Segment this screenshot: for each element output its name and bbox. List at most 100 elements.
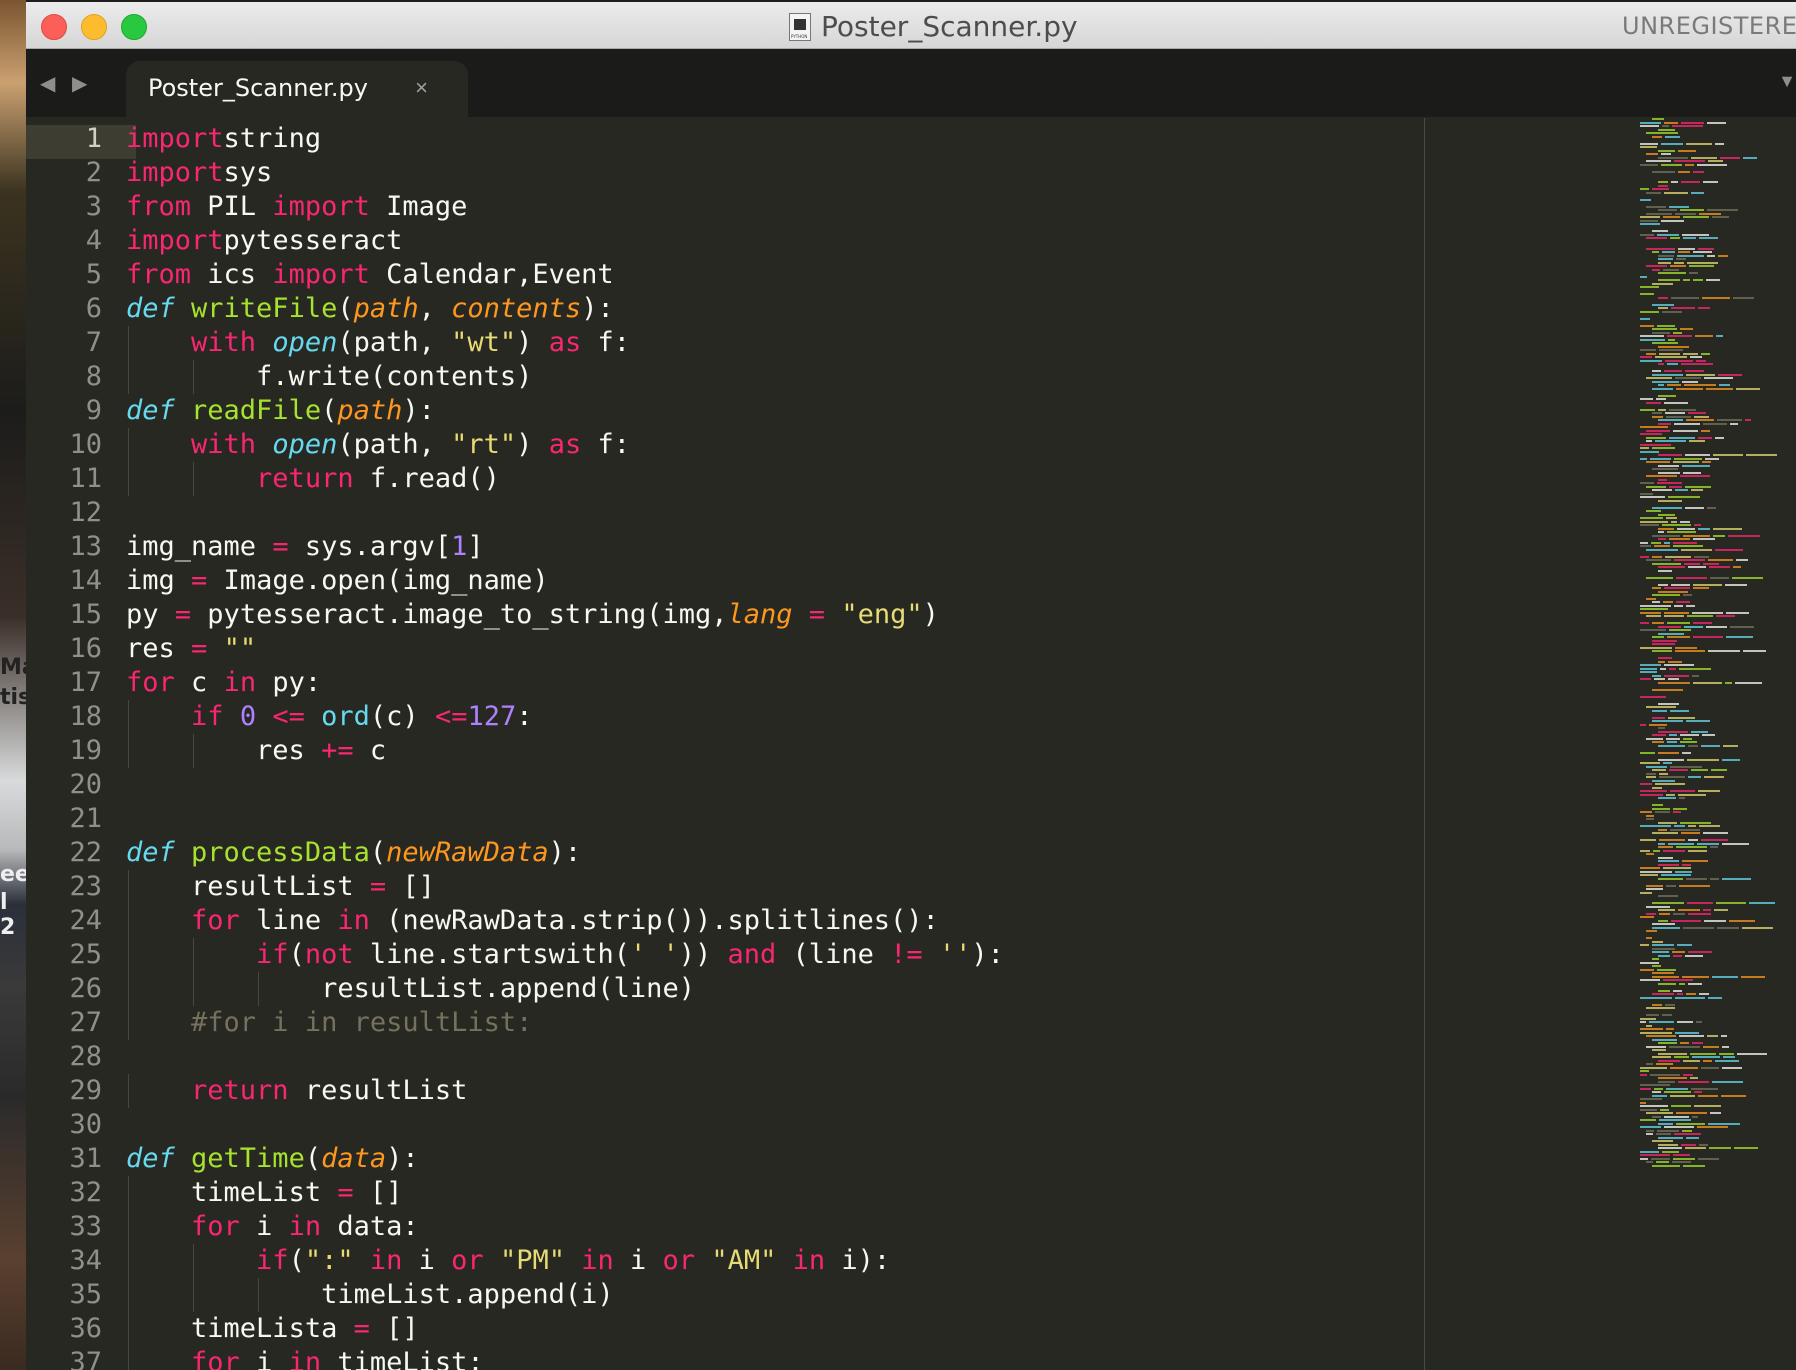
code-line[interactable]: 5 from ics import Calendar,Event — [26, 258, 1426, 292]
code-token: lang — [727, 599, 793, 630]
indent-guide — [128, 360, 129, 394]
editor-window: Poster_Scanner.py UNREGISTERED ◀ ▶ Poste… — [26, 2, 1796, 1370]
minimap-stroke — [1662, 867, 1692, 869]
minimap-stroke — [1668, 538, 1690, 540]
minimap-stroke — [1658, 982, 1677, 985]
minimap-stroke — [1699, 993, 1709, 995]
line-number: 9 — [85, 395, 102, 426]
minimap-stroke — [1694, 335, 1713, 337]
minimap-stroke — [1682, 216, 1709, 218]
code-line[interactable]: 35 timeList.append(i) — [26, 1278, 1426, 1312]
code-token: string — [223, 123, 322, 154]
code-line[interactable]: 13 img_name = sys.argv[1] — [26, 530, 1426, 564]
code-token: (newRawData.strip()).splitlines(): — [369, 905, 939, 936]
tab-list-dropdown-icon[interactable]: ▼ — [1778, 71, 1796, 92]
minimap-stroke — [1697, 163, 1727, 166]
code-line[interactable]: 15 py = pytesseract.image_to_string(img,l… — [26, 598, 1426, 632]
forward-arrow-icon[interactable]: ▶ — [72, 71, 87, 96]
minimap-stroke — [1652, 135, 1662, 138]
title-bar[interactable]: Poster_Scanner.py UNREGISTERED — [26, 2, 1796, 49]
code-line[interactable]: 36 timeLista = [] — [26, 1312, 1426, 1346]
minimap-stroke — [1640, 1066, 1667, 1069]
code-line[interactable]: 22 def processData(newRawData): — [26, 836, 1426, 870]
minimap-stroke — [1674, 996, 1706, 999]
minimap-stroke — [1658, 839, 1686, 841]
minimap-stroke — [1661, 524, 1691, 526]
code-token: import — [272, 259, 370, 290]
minimap-stroke — [1683, 352, 1699, 355]
code-line[interactable]: 4 importpytesseract — [26, 224, 1426, 258]
minimap-stroke — [1646, 597, 1657, 600]
code-line[interactable]: 27 #for i in resultList: — [26, 1006, 1426, 1040]
code-line[interactable]: 11 return f.read() — [26, 462, 1426, 496]
minimap-stroke — [1698, 237, 1718, 239]
minimap-stroke — [1640, 916, 1654, 918]
code-token: data — [321, 1143, 387, 1174]
minimap-stroke — [1658, 895, 1678, 897]
line-number: 11 — [69, 463, 102, 494]
minimap-stroke — [1673, 1157, 1695, 1160]
code-line[interactable]: 25 if(not line.startswith(' ')) and (lin… — [26, 938, 1426, 972]
code-line[interactable]: 31 def getTime(data): — [26, 1142, 1426, 1176]
code-line[interactable]: 21 — [26, 802, 1426, 836]
minimap-stroke — [1678, 797, 1686, 799]
code-line[interactable]: 14 img = Image.open(img_name) — [26, 564, 1426, 598]
code-line[interactable]: 16 res = "" — [26, 632, 1426, 666]
code-line[interactable]: 17 for c in py: — [26, 666, 1426, 700]
code-token: import — [126, 225, 224, 256]
minimap-stroke — [1698, 307, 1711, 309]
tab-poster-scanner[interactable]: Poster_Scanner.py × — [126, 61, 468, 117]
code-line[interactable]: 30 — [26, 1108, 1426, 1142]
code-token: in — [288, 1211, 322, 1242]
minimap[interactable] — [1640, 118, 1796, 1168]
code-line[interactable]: 26 resultList.append(line) — [26, 972, 1426, 1006]
code-line[interactable]: 37 for i in timeList: — [26, 1346, 1426, 1370]
code-line[interactable]: 28 — [26, 1040, 1426, 1074]
minimap-stroke — [1685, 419, 1715, 421]
code-token: "rt" — [451, 429, 517, 460]
minimap-stroke — [1646, 510, 1661, 512]
minimap-stroke — [1669, 237, 1680, 239]
code-line[interactable]: 6 def writeFile(path, contents): — [26, 292, 1426, 326]
code-token: from — [126, 259, 192, 290]
minimap-stroke — [1646, 132, 1678, 134]
minimap-stroke — [1652, 1091, 1662, 1093]
code-editor[interactable]: 1 importstring 2 importsys 3 from PIL import … — [26, 122, 1426, 1370]
minimize-window-button[interactable] — [81, 14, 107, 40]
code-line[interactable]: 12 — [26, 496, 1426, 530]
minimap-stroke — [1646, 247, 1676, 250]
minimap-stroke — [1658, 258, 1674, 260]
minimap-stroke — [1666, 884, 1677, 887]
code-line[interactable]: 2 importsys — [26, 156, 1426, 190]
code-line[interactable]: 24 for line in (newRawData.strip()).spli… — [26, 904, 1426, 938]
code-line[interactable]: 20 — [26, 768, 1426, 802]
minimap-stroke — [1640, 188, 1649, 190]
line-number: 17 — [69, 667, 102, 698]
maximize-window-button[interactable] — [121, 14, 147, 40]
minimap-stroke — [1640, 611, 1662, 614]
minimap-stroke — [1640, 335, 1665, 337]
minimap-stroke — [1664, 1126, 1694, 1128]
code-line[interactable]: 7 with open(path, "wt") as f: — [26, 326, 1426, 360]
code-line[interactable]: 8 f.write(contents) — [26, 360, 1426, 394]
indent-guide — [128, 1346, 129, 1370]
code-line[interactable]: 32 timeList = [] — [26, 1176, 1426, 1210]
code-line[interactable]: 3 from PIL import Image — [26, 190, 1426, 224]
code-line[interactable]: 18 if 0 <= ord(c) <=127: — [26, 700, 1426, 734]
close-tab-icon[interactable]: × — [415, 75, 428, 101]
code-line[interactable]: 34 if(":" in i or "PM" in i or "AM" in i… — [26, 1244, 1426, 1278]
minimap-stroke — [1698, 436, 1712, 439]
code-line[interactable]: 23 resultList = [] — [26, 870, 1426, 904]
minimap-stroke — [1646, 1035, 1676, 1037]
code-line[interactable]: 29 return resultList — [26, 1074, 1426, 1108]
minimap-stroke — [1650, 541, 1661, 544]
code-line[interactable]: 10 with open(path, "rt") as f: — [26, 428, 1426, 462]
close-window-button[interactable] — [41, 14, 67, 40]
minimap-stroke — [1663, 849, 1685, 852]
back-arrow-icon[interactable]: ◀ — [40, 71, 55, 96]
code-line[interactable]: 1 importstring — [26, 122, 1426, 156]
code-token: open — [272, 327, 338, 358]
code-line[interactable]: 33 for i in data: — [26, 1210, 1426, 1244]
code-line[interactable]: 19 res += c — [26, 734, 1426, 768]
code-line[interactable]: 9 def readFile(path): — [26, 394, 1426, 428]
